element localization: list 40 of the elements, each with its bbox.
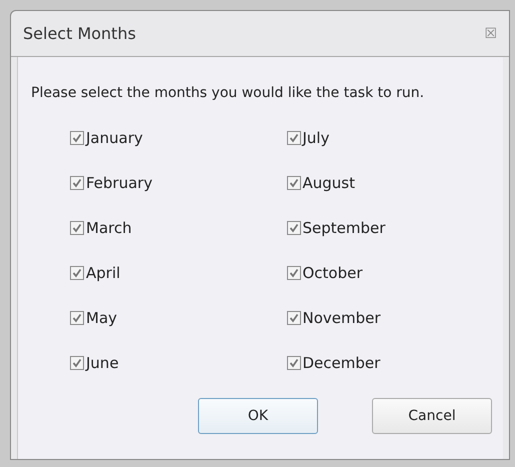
month-checkbox[interactable]: December <box>286 353 380 373</box>
month-checkbox[interactable]: September <box>286 218 386 238</box>
ok-button[interactable]: OK <box>198 398 318 434</box>
month-checkbox[interactable]: June <box>70 353 119 373</box>
check-icon <box>288 268 298 278</box>
month-checkbox[interactable]: February <box>70 173 152 193</box>
check-icon <box>288 178 298 188</box>
check-icon <box>288 313 298 323</box>
month-checkbox[interactable]: January <box>70 128 143 148</box>
check-icon <box>72 313 82 323</box>
checkbox[interactable] <box>70 131 84 145</box>
month-checkbox[interactable]: March <box>70 218 132 238</box>
month-checkbox[interactable]: July <box>286 128 330 148</box>
cancel-button[interactable]: Cancel <box>372 398 492 434</box>
checkbox[interactable] <box>70 221 84 235</box>
month-checkbox[interactable]: October <box>286 263 363 283</box>
check-icon <box>72 178 82 188</box>
checkbox[interactable] <box>70 356 84 370</box>
prompt-text: Please select the months you would like the task to run. <box>31 84 426 103</box>
month-checkbox[interactable]: April <box>70 263 120 283</box>
checkbox[interactable] <box>286 356 300 370</box>
checkbox[interactable] <box>286 131 300 145</box>
checkbox[interactable] <box>70 311 84 325</box>
checkbox[interactable] <box>286 221 300 235</box>
checkbox[interactable] <box>70 176 84 190</box>
checkbox[interactable] <box>286 311 300 325</box>
check-icon <box>288 133 298 143</box>
check-icon <box>288 223 298 233</box>
checkbox[interactable] <box>286 176 300 190</box>
check-icon <box>288 358 298 368</box>
window-title: Select Months <box>23 22 136 44</box>
check-icon <box>72 268 82 278</box>
check-icon <box>72 358 82 368</box>
check-icon <box>72 223 82 233</box>
month-checkbox[interactable]: August <box>286 173 355 193</box>
month-checkbox[interactable]: May <box>70 308 118 328</box>
checkbox[interactable] <box>70 266 84 280</box>
month-checkbox[interactable]: November <box>286 308 381 328</box>
checkbox[interactable] <box>286 266 300 280</box>
check-icon <box>72 133 82 143</box>
